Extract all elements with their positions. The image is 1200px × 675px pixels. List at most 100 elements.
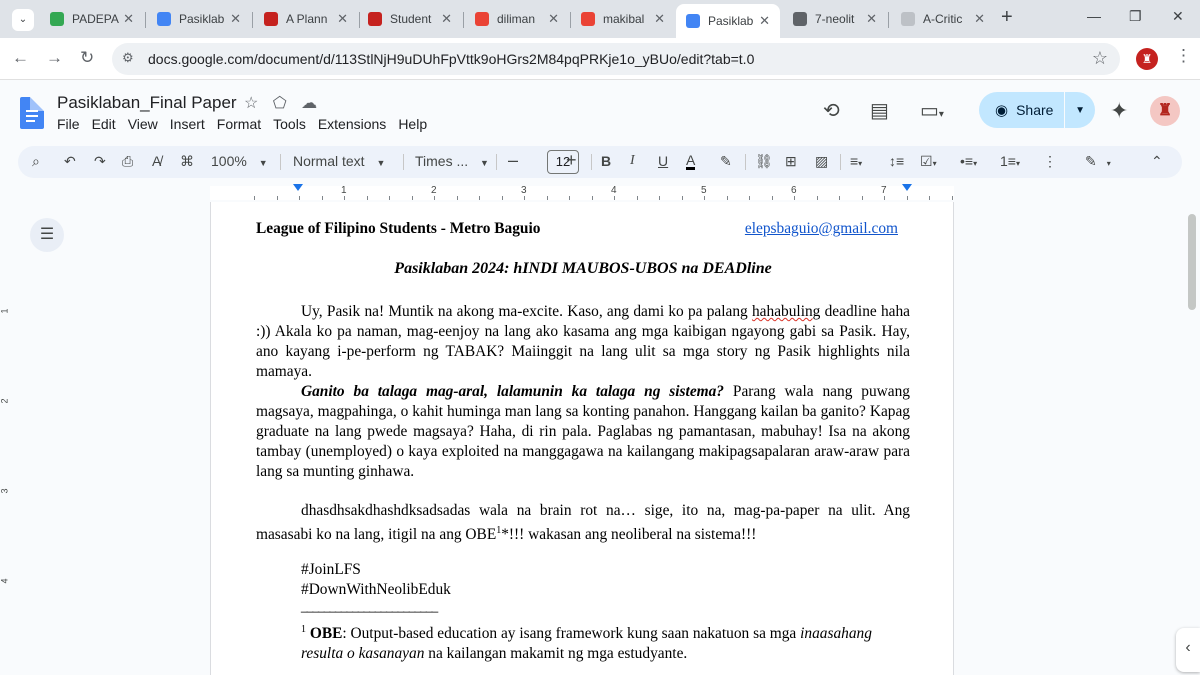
browser-tab[interactable]: diliman ✕: [465, 4, 569, 34]
spellcheck-icon[interactable]: A̸: [152, 153, 161, 169]
share-button[interactable]: ◉ Share ▼: [979, 92, 1095, 128]
paint-format-icon[interactable]: ⌘: [180, 153, 194, 170]
font-select[interactable]: Times ... ▼: [415, 153, 489, 169]
redo-icon[interactable]: ↷: [94, 153, 106, 170]
version-history-icon[interactable]: ⟲: [823, 98, 840, 123]
tab-close-icon[interactable]: ✕: [759, 13, 770, 29]
text-color-icon[interactable]: A: [686, 153, 696, 170]
vertical-ruler[interactable]: 1 2 3 4: [0, 202, 14, 675]
left-indent-marker[interactable]: [293, 184, 303, 191]
tab-close-icon[interactable]: ✕: [548, 11, 559, 27]
line-spacing-icon[interactable]: ↕≡: [889, 153, 904, 169]
undo-icon[interactable]: ↶: [64, 153, 76, 170]
browser-tab[interactable]: Student ✕: [358, 4, 462, 34]
forward-icon[interactable]: →: [46, 48, 63, 68]
explore-icon[interactable]: ‹: [1176, 628, 1200, 672]
reload-icon[interactable]: ↻: [80, 48, 94, 68]
tab-favicon-icon: [793, 12, 807, 26]
tab-close-icon[interactable]: ✕: [974, 11, 985, 27]
browser-tab[interactable]: A-Critic ✕: [891, 4, 995, 34]
browser-tab[interactable]: PADEPA ✕: [40, 4, 144, 34]
docs-logo-icon[interactable]: [20, 97, 44, 129]
menu-item[interactable]: Extensions: [318, 116, 386, 132]
bookmark-star-icon[interactable]: ☆: [1092, 48, 1108, 69]
star-icon[interactable]: ☆: [244, 95, 258, 112]
new-tab-icon[interactable]: +: [1001, 6, 1013, 29]
tab-close-icon[interactable]: ✕: [654, 11, 665, 27]
menu-item[interactable]: Tools: [273, 116, 306, 132]
document-title[interactable]: Pasiklaban_Final Paper: [57, 93, 237, 113]
address-bar: ← → ↻ ⚙ docs.google.com/document/d/113St…: [0, 38, 1200, 80]
email-link[interactable]: elepsbaguio@gmail.com: [745, 220, 898, 238]
tab-close-icon[interactable]: ✕: [123, 11, 134, 27]
browser-tab[interactable]: Pasiklab ✕: [676, 4, 780, 38]
scrollbar-thumb[interactable]: [1188, 214, 1196, 310]
tab-close-icon[interactable]: ✕: [441, 11, 452, 27]
omnibox[interactable]: ⚙ docs.google.com/document/d/113StlNjH9u…: [112, 43, 1120, 75]
align-icon[interactable]: ≡▾: [850, 153, 862, 169]
browser-tab[interactable]: makibal ✕: [571, 4, 675, 34]
back-icon[interactable]: ←: [12, 48, 29, 68]
highlight-icon[interactable]: ✎: [720, 153, 732, 170]
document-outline-icon[interactable]: ☰: [30, 218, 64, 252]
browser-tab[interactable]: A Plann ✕: [254, 4, 358, 34]
bold-icon[interactable]: B: [601, 153, 611, 169]
more-options-icon[interactable]: ⋮: [1043, 153, 1057, 170]
menu-item[interactable]: Edit: [92, 116, 116, 132]
zoom-select[interactable]: 100% ▼: [211, 153, 268, 169]
menu-item[interactable]: Format: [217, 116, 261, 132]
numbered-list-icon[interactable]: 1≡▾: [1000, 153, 1020, 169]
tab-close-icon[interactable]: ✕: [337, 11, 348, 27]
menu-item[interactable]: View: [128, 116, 158, 132]
vertical-scrollbar[interactable]: [1182, 202, 1200, 675]
add-comment-icon[interactable]: ⊞: [785, 153, 797, 170]
paragraph-3: dhasdhsakdhashdksadsadas wala na brain r…: [256, 502, 910, 544]
cloud-status-icon[interactable]: ☁: [301, 95, 317, 112]
menu-item[interactable]: File: [57, 116, 80, 132]
style-select[interactable]: Normal text ▼: [293, 153, 385, 169]
move-icon[interactable]: ⬠: [273, 95, 287, 112]
browser-tab[interactable]: 7-neolit ✕: [783, 4, 887, 34]
close-window-icon[interactable]: ✕: [1172, 8, 1184, 25]
tab-close-icon[interactable]: ✕: [230, 11, 241, 27]
menu-item[interactable]: Insert: [170, 116, 205, 132]
meet-icon[interactable]: ▭▾: [920, 98, 944, 123]
tab-favicon-icon: [368, 12, 382, 26]
browser-menu-icon[interactable]: ⋮: [1175, 46, 1192, 66]
document-page[interactable]: League of Filipino Students - Metro Bagu…: [210, 202, 954, 675]
ruler-number: 1: [341, 185, 347, 196]
account-avatar[interactable]: ♜: [1150, 96, 1180, 126]
italic-icon[interactable]: I: [630, 153, 635, 169]
vruler-number: 1: [0, 308, 10, 314]
url-text[interactable]: docs.google.com/document/d/113StlNjH9uDU…: [148, 51, 754, 67]
ruler-number: 7: [881, 185, 887, 196]
comments-icon[interactable]: ▤: [870, 98, 889, 123]
checklist-icon[interactable]: ☑▾: [920, 153, 937, 170]
share-dropdown-icon[interactable]: ▼: [1075, 105, 1085, 116]
restore-icon[interactable]: ❐: [1129, 8, 1142, 25]
underline-icon[interactable]: U: [658, 153, 668, 169]
decrease-font-size-icon[interactable]: –: [508, 150, 518, 171]
tab-search-icon[interactable]: ⌄: [12, 9, 34, 31]
print-icon[interactable]: ⎙: [122, 153, 133, 170]
increase-font-size-icon[interactable]: +: [566, 150, 577, 171]
right-indent-marker[interactable]: [902, 184, 912, 191]
horizontal-ruler[interactable]: 1 2 3 4 5 6 7: [0, 182, 1200, 202]
collapse-menus-icon[interactable]: ⌃: [1151, 153, 1163, 170]
editing-mode-icon[interactable]: ✎ ▾: [1085, 153, 1111, 170]
profile-avatar[interactable]: ♜: [1136, 48, 1158, 70]
search-menus-icon[interactable]: ⌕: [32, 153, 40, 170]
site-info-icon[interactable]: ⚙: [122, 50, 134, 66]
menu-item[interactable]: Help: [398, 116, 427, 132]
insert-image-icon[interactable]: ▨: [815, 153, 828, 170]
insert-link-icon[interactable]: ⛓: [755, 153, 773, 170]
tab-close-icon[interactable]: ✕: [866, 11, 877, 27]
minimize-icon[interactable]: —: [1087, 8, 1101, 24]
browser-tab[interactable]: Pasiklab ✕: [147, 4, 251, 34]
gemini-icon[interactable]: ✦: [1110, 98, 1128, 124]
ruler-number: 3: [521, 185, 527, 196]
bulleted-list-icon[interactable]: •≡▾: [960, 153, 977, 169]
misspelled-word[interactable]: hahabuling: [752, 303, 820, 320]
tab-title: A Plann: [286, 12, 328, 26]
tab-title: diliman: [497, 12, 536, 26]
